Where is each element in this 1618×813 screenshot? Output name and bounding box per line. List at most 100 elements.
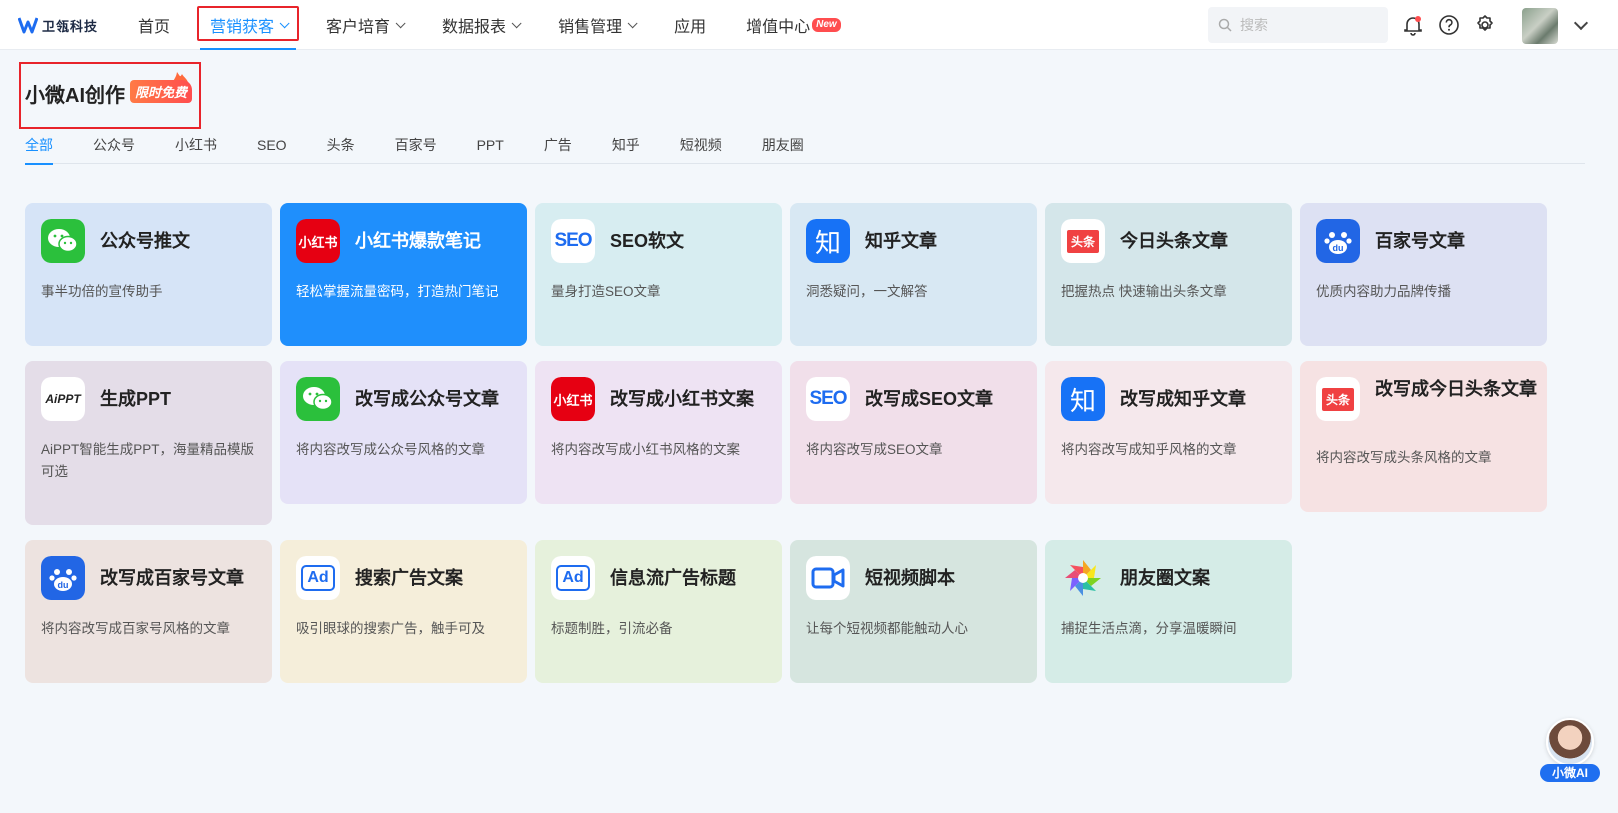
tool-card[interactable]: 短视频脚本让每个短视频都能触动人心	[790, 540, 1037, 683]
nav-item[interactable]: 客户培育	[306, 0, 422, 50]
tool-card[interactable]: du 百家号文章 优质内容助力品牌传播	[1300, 203, 1547, 346]
search-box[interactable]	[1208, 7, 1388, 43]
card-description: 事半功倍的宣传助手	[41, 284, 163, 299]
card-description: 把握热点 快速输出头条文章	[1061, 284, 1227, 299]
card-description: 让每个短视频都能触动人心	[806, 621, 968, 636]
tool-card[interactable]: 小红书 小红书爆款笔记 轻松掌握流量密码，打造热门笔记	[280, 203, 527, 346]
zhihu-icon: 知	[1061, 377, 1105, 421]
search-icon	[1218, 18, 1232, 32]
tool-card[interactable]: 头条 今日头条文章把握热点 快速输出头条文章	[1045, 203, 1292, 346]
card-title: 改写成小红书文案	[610, 389, 754, 409]
bell-icon[interactable]	[1400, 12, 1426, 38]
new-badge: New	[812, 18, 841, 32]
tab-item[interactable]: 公众号	[93, 132, 135, 164]
tool-card[interactable]: du 改写成百家号文章 将内容改写成百家号风格的文章	[25, 540, 272, 683]
card-description: AiPPT智能生成PPT，海量精品模版可选	[41, 442, 255, 479]
card-description: 将内容改写成知乎风格的文章	[1061, 442, 1237, 457]
card-title: 改写成百家号文章	[100, 568, 244, 588]
card-title: 信息流广告标题	[610, 568, 736, 588]
card-description: 将内容改写成头条风格的文章	[1316, 450, 1492, 465]
card-title: 知乎文章	[865, 231, 937, 251]
toutiao-icon: 头条	[1061, 219, 1105, 263]
tab-item[interactable]: PPT	[477, 132, 504, 164]
card-title: SEO软文	[610, 231, 685, 251]
tab-item[interactable]: SEO	[257, 132, 287, 164]
xiaohongshu-icon: 小红书	[551, 377, 595, 421]
tab-item[interactable]: 小红书	[175, 132, 217, 164]
tool-card[interactable]: SEO SEO软文 量身打造SEO文章	[535, 203, 782, 346]
tab-item[interactable]: 百家号	[395, 132, 437, 164]
card-title: 改写成公众号文章	[355, 389, 499, 409]
tool-card[interactable]: 头条 改写成今日头条文章将内容改写成头条风格的文章	[1300, 361, 1547, 512]
user-avatar[interactable]	[1522, 8, 1558, 44]
card-description: 将内容改写成SEO文章	[806, 442, 943, 457]
tab-item[interactable]: 全部	[25, 132, 53, 165]
card-title: 改写成知乎文章	[1120, 389, 1246, 409]
search-input[interactable]	[1240, 17, 1370, 33]
wechat-icon	[296, 377, 340, 421]
tool-card[interactable]: 知知乎文章 洞悉疑问，一文解答	[790, 203, 1037, 346]
tool-card[interactable]: SEO 改写成SEO文章 将内容改写成SEO文章	[790, 361, 1037, 504]
card-title: 朋友圈文案	[1120, 568, 1210, 588]
ai-assistant-button[interactable]: 小微AI	[1540, 718, 1600, 784]
tab-item[interactable]: 知乎	[612, 132, 640, 164]
ad-icon: Ad	[296, 556, 340, 600]
card-description: 优质内容助力品牌传播	[1316, 284, 1451, 299]
tool-card[interactable]: 知改写成知乎文章将内容改写成知乎风格的文章	[1045, 361, 1292, 504]
nav-item[interactable]: 应用	[654, 0, 726, 50]
nav-item[interactable]: 数据报表	[422, 0, 538, 50]
main-nav: 首页 营销获客 客户培育 数据报表 销售管理 应用 增值中心 New	[118, 0, 861, 50]
moments-icon	[1061, 556, 1105, 600]
nav-item[interactable]: 营销获客	[190, 0, 306, 50]
seo-icon: SEO	[551, 219, 595, 263]
seo-icon: SEO	[806, 377, 850, 421]
tool-card[interactable]: 朋友圈文案捕捉生活点滴，分享温暖瞬间	[1045, 540, 1292, 683]
toutiao-icon: 头条	[1316, 377, 1360, 421]
logo[interactable]: 卫瓴科技	[18, 14, 98, 36]
card-description: 吸引眼球的搜索广告，触手可及	[296, 621, 485, 636]
card-title: 小红书爆款笔记	[355, 231, 481, 251]
nav-item[interactable]: 销售管理	[538, 0, 654, 50]
nav-item-label: 数据报表	[442, 19, 507, 36]
gear-icon[interactable]	[1472, 12, 1498, 38]
chevron-down-icon[interactable]	[1573, 15, 1589, 31]
page-title: 小微AI创作	[25, 85, 125, 107]
nav-item-label: 首页	[138, 19, 171, 36]
tab-item[interactable]: 短视频	[680, 132, 722, 164]
video-icon	[806, 556, 850, 600]
card-description: 洞悉疑问，一文解答	[806, 284, 928, 299]
tab-item[interactable]: 广告	[544, 132, 572, 164]
card-description: 标题制胜，引流必备	[551, 621, 673, 636]
tool-card[interactable]: Ad 信息流广告标题 标题制胜，引流必备	[535, 540, 782, 683]
nav-item[interactable]: 首页	[118, 0, 190, 50]
chevron-down-icon	[627, 17, 638, 28]
card-description: 将内容改写成百家号风格的文章	[41, 621, 230, 636]
help-icon[interactable]	[1436, 12, 1462, 38]
card-title: 短视频脚本	[865, 568, 955, 588]
wechat-icon	[41, 219, 85, 263]
assistant-avatar	[1546, 718, 1594, 766]
tab-item[interactable]: 朋友圈	[762, 132, 804, 164]
assistant-label: 小微AI	[1540, 764, 1600, 782]
tab-item[interactable]: 头条	[327, 132, 355, 164]
card-title: 今日头条文章	[1120, 231, 1228, 251]
tool-card[interactable]: AiPPT 生成PPT AiPPT智能生成PPT，海量精品模版可选	[25, 361, 272, 525]
card-title: 公众号推文	[100, 231, 190, 251]
nav-item-label: 营销获客	[210, 19, 275, 36]
tool-card[interactable]: 公众号推文事半功倍的宣传助手	[25, 203, 272, 346]
nav-item-label: 应用	[674, 19, 707, 36]
logo-icon	[18, 17, 38, 34]
card-description: 捕捉生活点滴，分享温暖瞬间	[1061, 621, 1237, 636]
chevron-down-icon	[279, 17, 290, 28]
card-description: 将内容改写成小红书风格的文案	[551, 442, 740, 457]
tool-card[interactable]: 小红书 改写成小红书文案将内容改写成小红书风格的文案	[535, 361, 782, 504]
nav-item-label: 增值中心	[746, 19, 811, 36]
card-title: 改写成今日头条文章	[1375, 379, 1537, 399]
free-tag: 限时免费	[130, 80, 193, 103]
tool-card[interactable]: Ad 搜索广告文案 吸引眼球的搜索广告，触手可及	[280, 540, 527, 683]
tool-card[interactable]: 改写成公众号文章 将内容改写成公众号风格的文章	[280, 361, 527, 504]
logo-text: 卫瓴科技	[42, 18, 99, 34]
svg-text:du: du	[1333, 243, 1344, 253]
card-description: 轻松掌握流量密码，打造热门笔记	[296, 284, 499, 299]
nav-item[interactable]: 增值中心 New	[726, 0, 861, 50]
